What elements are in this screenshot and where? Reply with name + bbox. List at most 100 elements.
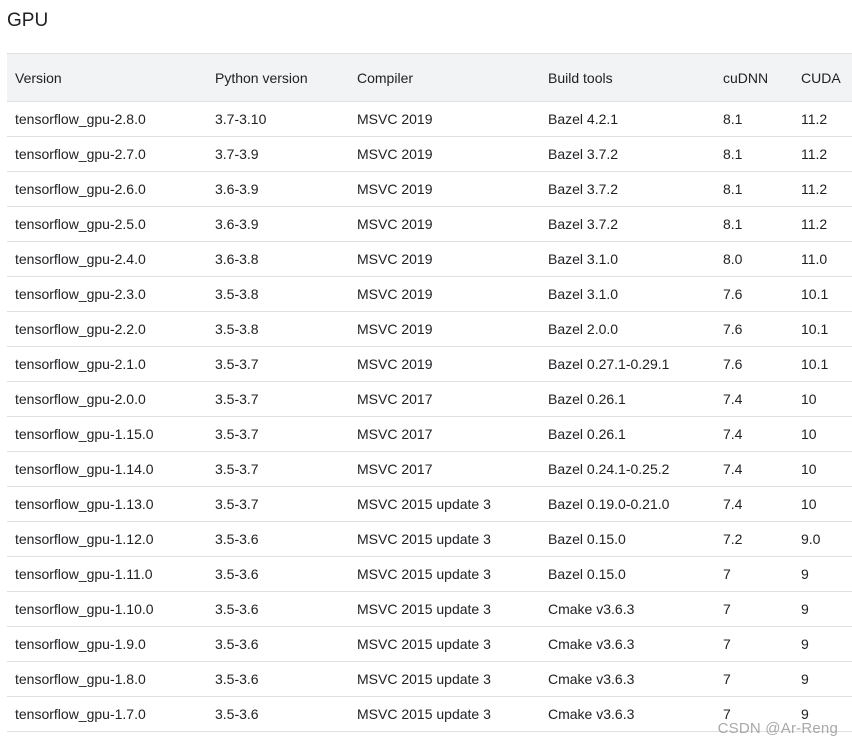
cell-compiler: MSVC 2019 xyxy=(357,321,433,337)
table-row: tensorflow_gpu-1.13.0 3.5-3.7 MSVC 2015 up… xyxy=(7,487,852,522)
cell-version: tensorflow_gpu-2.3.0 xyxy=(15,286,146,302)
cell-build-tools: Bazel 0.26.1 xyxy=(548,426,626,442)
watermark: CSDN @Ar-Reng xyxy=(717,720,838,737)
cell-python-version: 3.6-3.9 xyxy=(215,181,259,197)
cell-build-tools: Bazel 3.1.0 xyxy=(548,286,619,302)
cell-build-tools: Cmake v3.6.3 xyxy=(548,671,635,687)
cell-compiler: MSVC 2017 xyxy=(357,461,433,477)
cell-python-version: 3.5-3.8 xyxy=(215,321,259,337)
cell-python-version: 3.5-3.6 xyxy=(215,706,259,722)
cell-cuda: 10 xyxy=(801,426,817,442)
cell-cuda: 10 xyxy=(801,391,817,407)
cell-version: tensorflow_gpu-2.1.0 xyxy=(15,356,146,372)
cell-compiler: MSVC 2015 update 3 xyxy=(357,601,491,617)
cell-compiler: MSVC 2015 update 3 xyxy=(357,671,491,687)
cell-build-tools: Bazel 0.15.0 xyxy=(548,531,626,547)
cell-cuda: 11.2 xyxy=(801,216,828,232)
table-body: tensorflow_gpu-2.8.0 3.7-3.10 MSVC 2019 Baz… xyxy=(7,102,852,732)
cell-python-version: 3.5-3.6 xyxy=(215,566,259,582)
cell-version: tensorflow_gpu-2.2.0 xyxy=(15,321,146,337)
cell-cudnn: 7 xyxy=(723,601,731,617)
cell-version: tensorflow_gpu-1.7.0 xyxy=(15,706,146,722)
table-row: tensorflow_gpu-2.1.0 3.5-3.7 MSVC 2019 Baze… xyxy=(7,347,852,382)
cell-cudnn: 7.6 xyxy=(723,356,743,372)
cell-compiler: MSVC 2017 xyxy=(357,426,433,442)
cell-cuda: 9 xyxy=(801,636,809,652)
table-row: tensorflow_gpu-2.2.0 3.5-3.8 MSVC 2019 Baze… xyxy=(7,312,852,347)
cell-version: tensorflow_gpu-1.14.0 xyxy=(15,461,154,477)
cell-cuda: 10 xyxy=(801,496,817,512)
cell-compiler: MSVC 2019 xyxy=(357,216,433,232)
cell-cudnn: 8.1 xyxy=(723,146,743,162)
cell-build-tools: Bazel 0.24.1-0.25.2 xyxy=(548,461,670,477)
cell-version: tensorflow_gpu-1.9.0 xyxy=(15,636,146,652)
cell-compiler: MSVC 2019 xyxy=(357,286,433,302)
table-row: tensorflow_gpu-1.10.0 3.5-3.6 MSVC 2015 up… xyxy=(7,592,852,627)
column-header-python-version: Python version xyxy=(207,53,349,102)
column-header-cuda: CUDA xyxy=(793,53,852,102)
table-row: tensorflow_gpu-2.7.0 3.7-3.9 MSVC 2019 Baze… xyxy=(7,137,852,172)
cell-compiler: MSVC 2015 update 3 xyxy=(357,636,491,652)
cell-python-version: 3.6-3.9 xyxy=(215,216,259,232)
cell-build-tools: Bazel 3.7.2 xyxy=(548,216,619,232)
table-row: tensorflow_gpu-2.6.0 3.6-3.9 MSVC 2019 Baze… xyxy=(7,172,852,207)
table-row: tensorflow_gpu-1.9.0 3.5-3.6 MSVC 2015 upd… xyxy=(7,627,852,662)
table-row: tensorflow_gpu-2.3.0 3.5-3.8 MSVC 2019 Baze… xyxy=(7,277,852,312)
gpu-compatibility-table-container: Version Python version Compiler Build to… xyxy=(7,53,852,732)
cell-cuda: 11.2 xyxy=(801,146,828,162)
cell-cudnn: 8.0 xyxy=(723,251,743,267)
cell-python-version: 3.5-3.7 xyxy=(215,356,259,372)
cell-cudnn: 8.1 xyxy=(723,111,743,127)
table-row: tensorflow_gpu-1.15.0 3.5-3.7 MSVC 2017 Baz… xyxy=(7,417,852,452)
table-header-row: Version Python version Compiler Build to… xyxy=(7,53,852,102)
cell-build-tools: Cmake v3.6.3 xyxy=(548,706,635,722)
cell-build-tools: Bazel 3.7.2 xyxy=(548,146,619,162)
cell-cudnn: 7.4 xyxy=(723,391,743,407)
cell-python-version: 3.5-3.7 xyxy=(215,391,259,407)
cell-cuda: 9 xyxy=(801,566,809,582)
cell-compiler: MSVC 2015 update 3 xyxy=(357,531,491,547)
cell-compiler: MSVC 2015 update 3 xyxy=(357,706,491,722)
cell-version: tensorflow_gpu-2.6.0 xyxy=(15,181,146,197)
gpu-compatibility-table: Version Python version Compiler Build to… xyxy=(7,53,852,732)
cell-cudnn: 8.1 xyxy=(723,216,743,232)
cell-build-tools: Bazel 0.19.0-0.21.0 xyxy=(548,496,670,512)
cell-cudnn: 7 xyxy=(723,566,731,582)
cell-python-version: 3.5-3.6 xyxy=(215,671,259,687)
cell-python-version: 3.7-3.10 xyxy=(215,111,267,127)
cell-version: tensorflow_gpu-2.0.0 xyxy=(15,391,146,407)
cell-build-tools: Bazel 4.2.1 xyxy=(548,111,619,127)
cell-cuda: 10.1 xyxy=(801,286,829,302)
cell-version: tensorflow_gpu-1.8.0 xyxy=(15,671,146,687)
cell-compiler: MSVC 2019 xyxy=(357,181,433,197)
cell-python-version: 3.5-3.6 xyxy=(215,601,259,617)
column-header-compiler: Compiler xyxy=(349,53,540,102)
cell-cudnn: 7 xyxy=(723,671,731,687)
cell-cuda: 10.1 xyxy=(801,356,829,372)
table-row: tensorflow_gpu-2.4.0 3.6-3.8 MSVC 2019 Baze… xyxy=(7,242,852,277)
cell-build-tools: Bazel 0.15.0 xyxy=(548,566,626,582)
cell-compiler: MSVC 2015 update 3 xyxy=(357,566,491,582)
cell-python-version: 3.5-3.6 xyxy=(215,531,259,547)
cell-build-tools: Bazel 2.0.0 xyxy=(548,321,619,337)
column-header-cudnn: cuDNN xyxy=(715,53,793,102)
cell-version: tensorflow_gpu-2.7.0 xyxy=(15,146,146,162)
cell-cuda: 9 xyxy=(801,601,809,617)
cell-cudnn: 7.4 xyxy=(723,496,743,512)
cell-cuda: 10 xyxy=(801,461,817,477)
cell-cudnn: 7.2 xyxy=(723,531,743,547)
cell-build-tools: Bazel 3.1.0 xyxy=(548,251,619,267)
cell-cuda: 11.2 xyxy=(801,111,828,127)
cell-python-version: 3.5-3.7 xyxy=(215,426,259,442)
cell-cudnn: 7 xyxy=(723,636,731,652)
cell-python-version: 3.5-3.7 xyxy=(215,461,259,477)
column-header-version: Version xyxy=(7,53,207,102)
section-title: GPU xyxy=(7,10,49,31)
cell-version: tensorflow_gpu-1.15.0 xyxy=(15,426,154,442)
cell-build-tools: Bazel 0.27.1-0.29.1 xyxy=(548,356,670,372)
cell-cuda: 9.0 xyxy=(801,531,821,547)
cell-build-tools: Cmake v3.6.3 xyxy=(548,636,635,652)
cell-compiler: MSVC 2019 xyxy=(357,146,433,162)
cell-python-version: 3.5-3.7 xyxy=(215,496,259,512)
cell-cudnn: 7.4 xyxy=(723,426,743,442)
